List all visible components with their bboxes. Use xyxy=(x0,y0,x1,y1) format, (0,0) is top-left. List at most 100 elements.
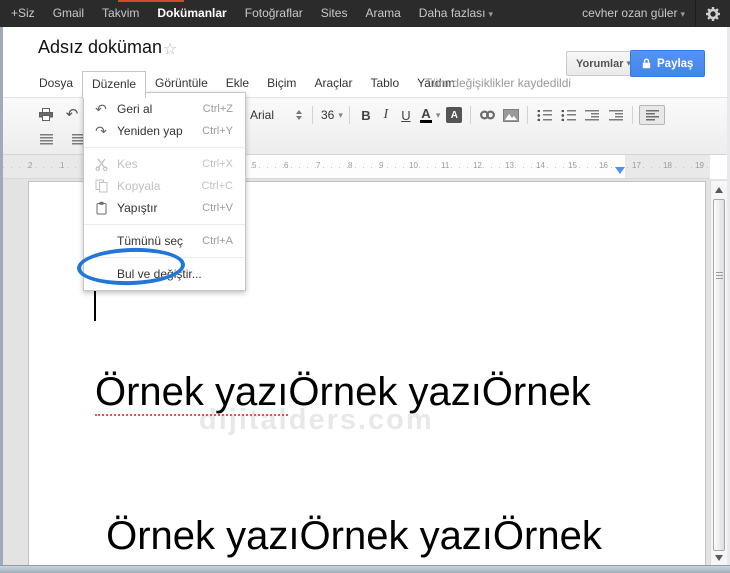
gear-icon[interactable] xyxy=(696,0,730,27)
topbar-link-gmail[interactable]: Gmail xyxy=(44,0,93,27)
underline-button[interactable]: U xyxy=(396,105,416,125)
menu-duzenle[interactable]: Düzenle xyxy=(82,71,147,98)
menu-bicim[interactable]: Biçim xyxy=(258,71,305,96)
google-topbar: +Siz Gmail Takvim Dokümanlar Fotoğraflar… xyxy=(0,0,730,27)
scroll-down-icon[interactable] xyxy=(715,555,723,561)
indent-icon[interactable] xyxy=(606,105,626,125)
ruler-number: 12 xyxy=(473,161,482,170)
topbar-link-more[interactable]: Daha fazlası ▾ xyxy=(410,0,502,28)
highlight-glyph: A xyxy=(446,107,463,123)
menu-item-undo[interactable]: ↶ Geri al Ctrl+Z xyxy=(84,98,245,120)
outdent-icon[interactable] xyxy=(582,105,602,125)
topbar-right: cevher ozan güler ▾ xyxy=(572,0,730,27)
chevron-down-icon[interactable]: ▾ xyxy=(338,110,343,121)
topbar-link-calendar[interactable]: Takvim xyxy=(93,0,148,27)
ruler-number: 17 xyxy=(632,161,641,170)
ruler-number: 14 xyxy=(536,161,545,170)
comments-label: Yorumlar xyxy=(576,57,624,70)
star-icon[interactable]: ☆ xyxy=(163,39,177,59)
menu-item-shortcut: Ctrl+V xyxy=(202,202,233,214)
topbar-links: +Siz Gmail Takvim Dokümanlar Fotoğraflar… xyxy=(0,0,502,28)
topbar-link-search[interactable]: Arama xyxy=(356,0,409,27)
scrollbar-thumb[interactable] xyxy=(713,199,725,551)
menu-araclar[interactable]: Araçlar xyxy=(305,71,361,96)
menu-item-label: Kopyala xyxy=(117,179,161,193)
topbar-link-sites[interactable]: Sites xyxy=(312,0,357,27)
menu-separator xyxy=(84,147,245,148)
chevron-down-icon: ▾ xyxy=(680,8,685,19)
window-frame-bottom xyxy=(0,565,730,573)
bullet-list-glyph xyxy=(560,109,576,121)
ruler-number: 13 xyxy=(505,161,514,170)
indent-glyph xyxy=(609,109,624,121)
menu-item-shortcut: Ctrl+A xyxy=(202,235,233,247)
font-size-select[interactable]: 36 xyxy=(321,108,334,122)
menu-item-cut[interactable]: Kes Ctrl+X xyxy=(84,153,245,175)
font-family-select[interactable]: Arial xyxy=(250,108,296,122)
user-name-label: cevher ozan güler xyxy=(582,5,678,20)
share-label: Paylaş xyxy=(657,57,694,70)
undo-icon[interactable]: ↶ xyxy=(62,104,82,124)
text-line: Örnek yazıÖrnek yazıÖrnek xyxy=(95,514,602,558)
window-frame-left xyxy=(0,27,3,573)
print-icon[interactable] xyxy=(36,104,56,124)
doc-title[interactable]: Adsız doküman xyxy=(38,37,162,58)
redo-icon: ↷ xyxy=(95,122,107,139)
account-menu[interactable]: cevher ozan güler ▾ xyxy=(572,0,695,28)
menu-item-select-all[interactable]: Tümünü seç Ctrl+A xyxy=(84,230,245,252)
highlight-color-button[interactable]: A xyxy=(444,105,464,125)
ruler-number: 19 xyxy=(695,161,704,170)
menu-item-redo[interactable]: ↷ Yeniden yap Ctrl+Y xyxy=(84,120,245,142)
menu-item-shortcut: Ctrl+C xyxy=(201,180,233,192)
ruler-number: 7 xyxy=(316,161,321,170)
menu-item-copy[interactable]: Kopyala Ctrl+C xyxy=(84,175,245,197)
right-indent-marker[interactable] xyxy=(615,167,625,174)
scroll-up-icon[interactable] xyxy=(715,187,723,193)
menu-item-shortcut: Ctrl+Z xyxy=(202,103,233,115)
insert-image-icon[interactable] xyxy=(501,105,521,125)
menu-separator xyxy=(84,224,245,225)
topbar-more-label: Daha fazlası xyxy=(418,5,486,20)
scrollbar-grip xyxy=(716,272,723,279)
numbered-list-icon[interactable] xyxy=(534,105,554,125)
ruler-number: 18 xyxy=(663,161,672,170)
ruler-number: 6 xyxy=(284,161,289,170)
bold-button[interactable]: B xyxy=(356,105,376,125)
toolbar-separator xyxy=(348,106,350,124)
menu-item-shortcut: Ctrl+Y xyxy=(202,125,233,137)
topbar-link-documents[interactable]: Dokümanlar xyxy=(148,0,235,27)
ruler-number: 5 xyxy=(252,161,257,170)
toolbar-row2 xyxy=(36,131,88,147)
menu-item-label: Yapıştır xyxy=(117,201,158,215)
toolbar-separator xyxy=(632,106,634,124)
chevron-down-icon[interactable]: ▾ xyxy=(436,110,441,121)
text-color-glyph: A xyxy=(420,106,432,123)
scissors-icon xyxy=(93,158,109,171)
text-line: Örnek yazıÖrnek yazıÖrnek xyxy=(95,368,705,416)
font-family-spinner-icon[interactable] xyxy=(296,110,302,120)
toolbar-separator xyxy=(470,106,472,124)
numbered-list-glyph xyxy=(536,109,552,121)
line-spacing-icon[interactable] xyxy=(36,129,56,149)
ruler-number: 2 xyxy=(28,161,33,170)
ruler-number: 16 xyxy=(599,161,608,170)
vertical-scrollbar[interactable] xyxy=(710,181,727,565)
misspelled-word: Örnek yazı xyxy=(95,370,289,416)
align-left-button[interactable] xyxy=(639,105,666,125)
share-button[interactable]: Paylaş xyxy=(630,50,706,77)
toolbar-separator xyxy=(527,106,529,124)
menu-dosya[interactable]: Dosya xyxy=(30,71,82,96)
menu-item-paste[interactable]: Yapıştır Ctrl+V xyxy=(84,197,245,219)
copy-icon xyxy=(93,179,109,193)
toolbar-separator xyxy=(312,106,313,124)
menu-tablo[interactable]: Tablo xyxy=(361,71,408,96)
topbar-link-photos[interactable]: Fotoğraflar xyxy=(236,0,312,27)
toolbar-format-controls: Arial 36 ▾ B I U A ▾ A xyxy=(250,104,666,126)
text-color-button[interactable]: A xyxy=(416,105,436,125)
insert-link-icon[interactable] xyxy=(477,105,497,125)
italic-button[interactable]: I xyxy=(376,105,396,125)
menu-item-label: Yeniden yap xyxy=(117,124,183,138)
bullet-list-icon[interactable] xyxy=(558,105,578,125)
google-docs-window: +Siz Gmail Takvim Dokümanlar Fotoğraflar… xyxy=(0,0,730,573)
topbar-link-plus-you[interactable]: +Siz xyxy=(2,0,44,27)
